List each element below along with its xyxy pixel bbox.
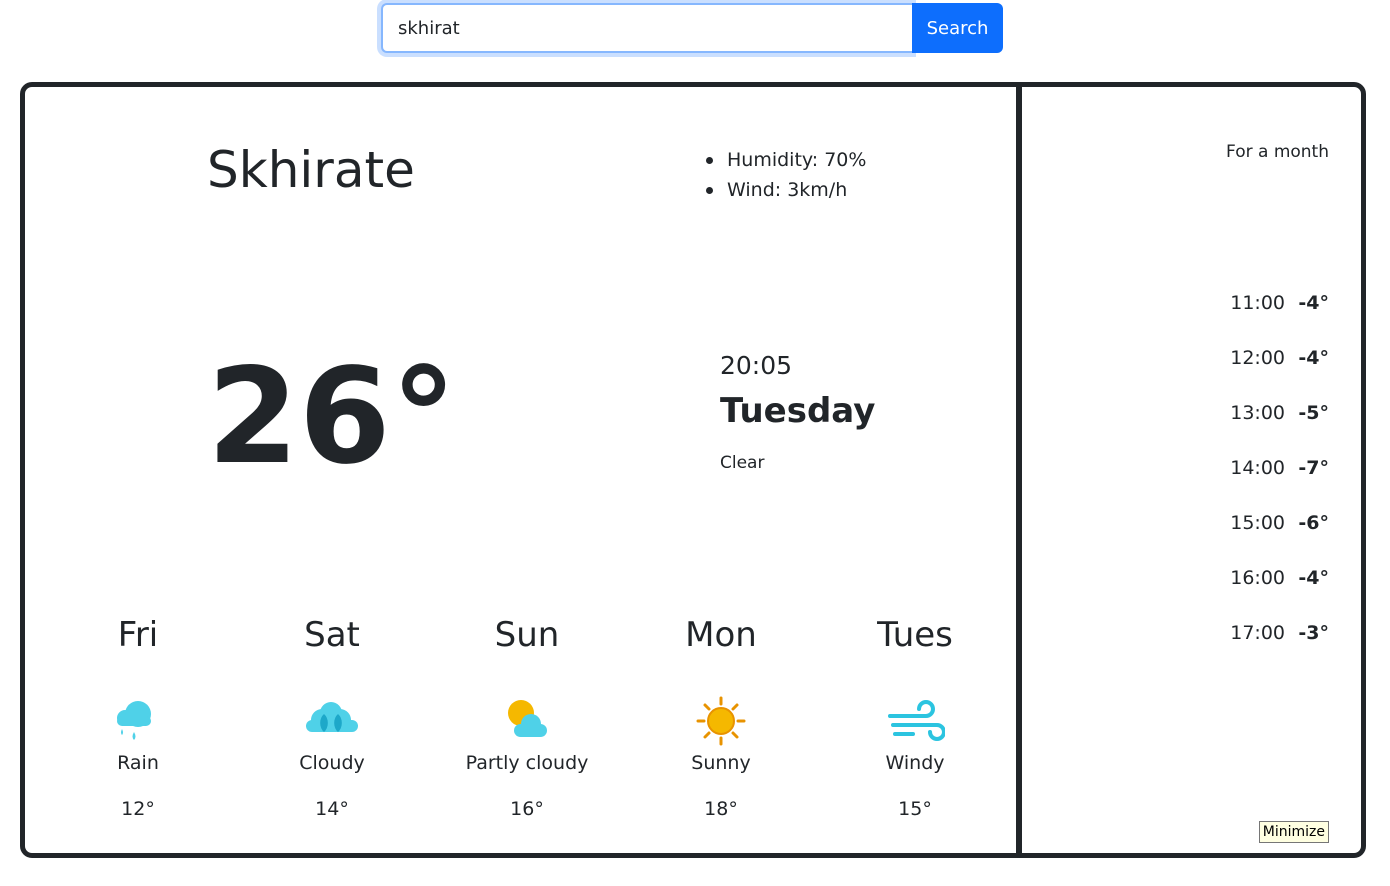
current-time: 20:05 bbox=[720, 351, 793, 380]
forecast-condition: Cloudy bbox=[299, 752, 365, 774]
forecast-temp: 12° bbox=[121, 798, 155, 820]
hour-temp: -5° bbox=[1298, 402, 1329, 424]
hour-time: 14:00 bbox=[1230, 457, 1285, 479]
hourly-item: 16:00 -4° bbox=[1230, 563, 1329, 618]
current-day: Tuesday bbox=[720, 391, 876, 431]
forecast-day: Fri Rain 12° bbox=[63, 612, 213, 823]
sun-icon bbox=[696, 696, 746, 746]
hourly-item: 13:00 -5° bbox=[1230, 398, 1329, 453]
hour-time: 13:00 bbox=[1230, 402, 1285, 424]
forecast-temp: 14° bbox=[315, 798, 349, 820]
wind-text: Wind: 3km/h bbox=[701, 175, 866, 205]
hourly-item: 14:00 -7° bbox=[1230, 453, 1329, 508]
forecast-day-name: Fri bbox=[117, 615, 159, 655]
hour-time: 17:00 bbox=[1230, 622, 1285, 644]
hour-time: 12:00 bbox=[1230, 347, 1285, 369]
forecast-condition: Sunny bbox=[691, 752, 751, 774]
forecast-day: Mon Sunny 18° bbox=[646, 612, 796, 823]
current-temperature: 26° bbox=[207, 340, 457, 494]
search-bar: Search bbox=[381, 3, 1003, 53]
forecast-condition: Rain bbox=[117, 752, 159, 774]
forecast-day-name: Sat bbox=[304, 615, 360, 655]
forecast-day-name: Tues bbox=[877, 615, 953, 655]
hourly-item: 12:00 -4° bbox=[1230, 343, 1329, 398]
hourly-item: 15:00 -6° bbox=[1230, 508, 1329, 563]
wind-icon bbox=[888, 700, 945, 741]
hour-temp: -4° bbox=[1298, 292, 1329, 314]
hour-time: 11:00 bbox=[1230, 292, 1285, 314]
forecast-condition: Partly cloudy bbox=[465, 752, 589, 774]
rain-icon bbox=[117, 701, 151, 740]
forecast-temp: 15° bbox=[898, 798, 932, 820]
forecast-condition: Windy bbox=[885, 752, 945, 774]
partly-cloudy-icon bbox=[508, 700, 547, 737]
search-button[interactable]: Search bbox=[912, 3, 1003, 53]
monthly-forecast-link[interactable]: For a month bbox=[1226, 142, 1329, 162]
forecast-day-name: Mon bbox=[685, 615, 757, 655]
hour-temp: -6° bbox=[1298, 512, 1329, 534]
cloud-icon bbox=[306, 702, 358, 732]
forecast-day-name: Sun bbox=[494, 615, 560, 655]
hour-temp: -7° bbox=[1298, 457, 1329, 479]
hour-temp: -3° bbox=[1298, 622, 1329, 644]
current-condition: Clear bbox=[720, 453, 765, 473]
hour-time: 16:00 bbox=[1230, 567, 1285, 589]
hourly-item: 17:00 -3° bbox=[1230, 618, 1329, 673]
forecast-day: Sat Cloudy 14° bbox=[257, 612, 407, 823]
hourly-item: 11:00 -4° bbox=[1230, 288, 1329, 343]
weather-card: Skhirate Humidity: 70% Wind: 3km/h 26° 2… bbox=[20, 82, 1366, 858]
forecast-day: Sun Partly cloudy 16° bbox=[452, 612, 602, 823]
forecast-temp: 16° bbox=[510, 798, 544, 820]
forecast-temp: 18° bbox=[704, 798, 738, 820]
hour-temp: -4° bbox=[1298, 347, 1329, 369]
hourly-list: 11:00 -4° 12:00 -4° 13:00 -5° 14:00 -7° 15:0… bbox=[1230, 288, 1329, 673]
weather-details: Humidity: 70% Wind: 3km/h bbox=[701, 145, 866, 205]
hour-time: 15:00 bbox=[1230, 512, 1285, 534]
panel-divider bbox=[1016, 87, 1022, 853]
hour-temp: -4° bbox=[1298, 567, 1329, 589]
forecast-day: Tues Windy 15° bbox=[840, 612, 990, 823]
search-input[interactable] bbox=[381, 3, 912, 53]
city-name: Skhirate bbox=[207, 141, 415, 199]
humidity-text: Humidity: 70% bbox=[701, 145, 866, 175]
minimize-tooltip: Minimize bbox=[1258, 821, 1329, 843]
